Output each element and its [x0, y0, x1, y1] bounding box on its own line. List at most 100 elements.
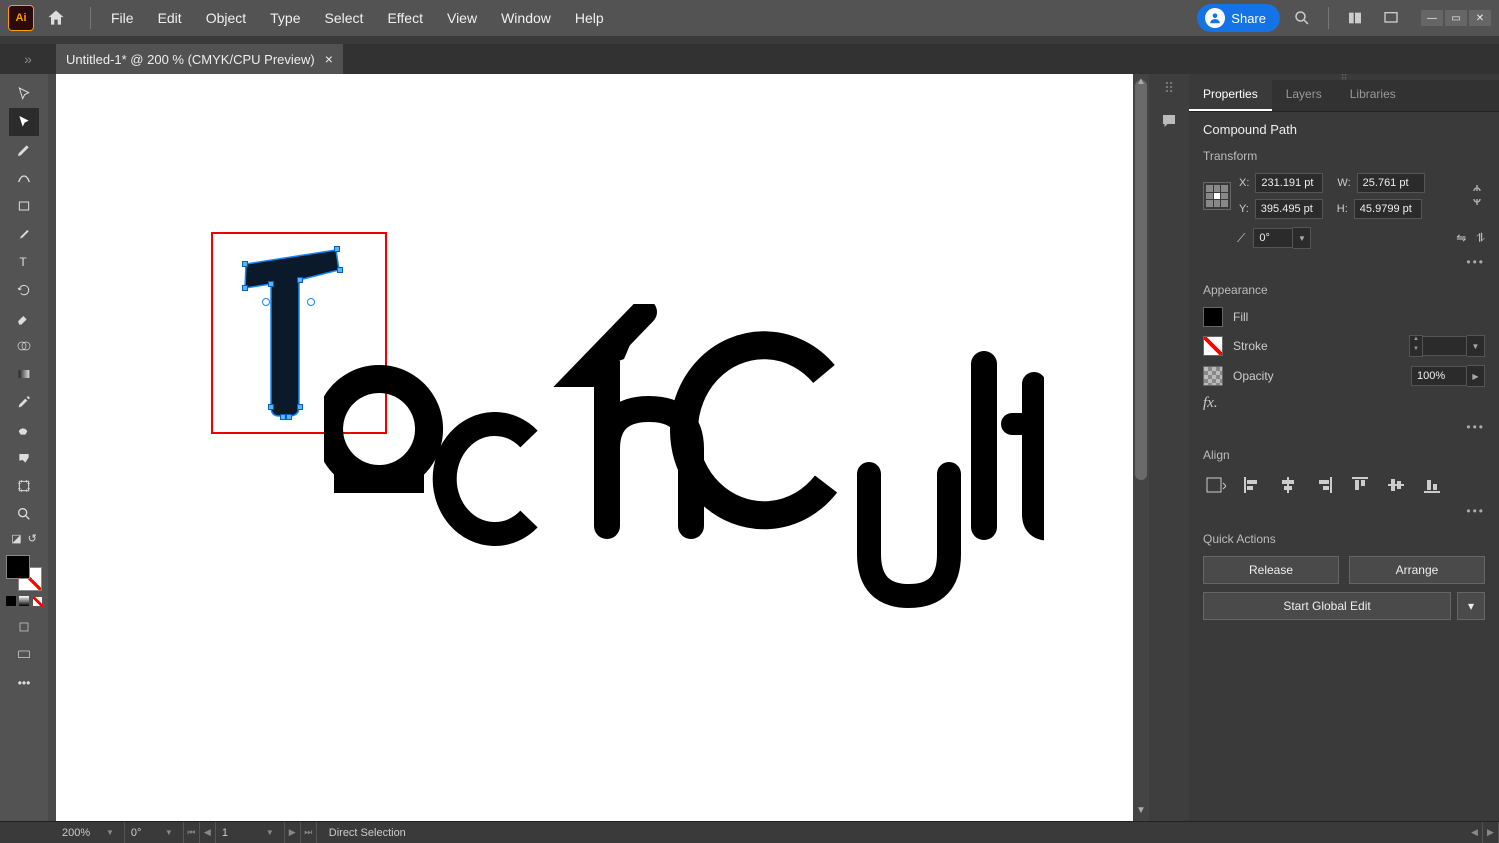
anchor-point[interactable]	[268, 281, 274, 287]
anchor-point[interactable]	[297, 277, 303, 283]
color-mode-solid[interactable]	[5, 595, 17, 607]
anchor-point[interactable]	[297, 404, 303, 410]
opacity-input[interactable]	[1411, 366, 1467, 386]
draw-mode-button[interactable]	[9, 613, 39, 641]
anchor-point[interactable]	[334, 246, 340, 252]
edit-toolbar-button[interactable]: •••	[9, 669, 39, 697]
minimize-button[interactable]: —	[1421, 10, 1443, 26]
shape-builder-tool[interactable]	[9, 332, 39, 360]
anchor-point[interactable]	[242, 285, 248, 291]
zoom-dropdown-icon[interactable]: ▼	[102, 828, 118, 837]
color-mode-gradient[interactable]	[18, 595, 30, 607]
stroke-weight-stepper[interactable]: ▲▼	[1409, 335, 1423, 357]
screen-mode-button[interactable]	[9, 641, 39, 669]
curvature-tool[interactable]	[9, 164, 39, 192]
align-top-icon[interactable]	[1347, 472, 1373, 498]
arrange-documents-button[interactable]	[1341, 4, 1369, 32]
align-bottom-icon[interactable]	[1419, 472, 1445, 498]
flip-horizontal-icon[interactable]: ⇋	[1456, 231, 1466, 246]
zoom-tool[interactable]	[9, 500, 39, 528]
menu-edit[interactable]: Edit	[146, 4, 194, 32]
artboard-input[interactable]	[222, 827, 262, 839]
hscroll-right-icon[interactable]: ▶	[1483, 822, 1499, 843]
swap-fill-stroke-icon[interactable]: ↺	[28, 532, 37, 545]
bezier-handle-icon[interactable]	[262, 298, 270, 306]
menu-object[interactable]: Object	[194, 4, 258, 32]
menu-file[interactable]: File	[99, 4, 146, 32]
scroll-down-icon[interactable]: ▼	[1134, 805, 1148, 819]
angle-dropdown[interactable]: ▼	[1293, 227, 1311, 249]
menu-window[interactable]: Window	[489, 4, 563, 32]
stroke-swatch[interactable]	[1203, 336, 1223, 356]
selection-tool[interactable]	[9, 80, 39, 108]
vertical-scrollbar[interactable]: ▲ ▼	[1133, 74, 1149, 821]
search-button[interactable]	[1288, 4, 1316, 32]
artboard-tool[interactable]	[9, 472, 39, 500]
gradient-tool[interactable]	[9, 360, 39, 388]
close-tab-icon[interactable]: ×	[325, 51, 333, 67]
toolbox-expand-icon[interactable]: »	[0, 44, 56, 74]
document-tab[interactable]: Untitled-1* @ 200 % (CMYK/CPU Preview) ×	[56, 44, 343, 74]
arrange-button[interactable]: Arrange	[1349, 556, 1485, 584]
menu-help[interactable]: Help	[563, 4, 616, 32]
align-left-icon[interactable]	[1239, 472, 1265, 498]
fill-stroke-indicator[interactable]	[6, 555, 42, 591]
fx-icon[interactable]: fx.	[1203, 395, 1218, 412]
angle-input[interactable]	[1253, 228, 1293, 248]
rotation-dropdown-icon[interactable]: ▼	[161, 828, 177, 837]
prev-artboard-icon[interactable]: ◀	[200, 822, 216, 843]
tab-libraries[interactable]: Libraries	[1336, 80, 1410, 111]
anchor-point[interactable]	[268, 404, 274, 410]
direct-selection-tool[interactable]	[9, 108, 39, 136]
align-vcenter-icon[interactable]	[1383, 472, 1409, 498]
tab-properties[interactable]: Properties	[1189, 80, 1272, 111]
w-input[interactable]	[1357, 173, 1425, 193]
scroll-up-icon[interactable]: ▲	[1134, 76, 1148, 90]
comments-panel-icon[interactable]	[1155, 107, 1183, 135]
menu-view[interactable]: View	[435, 4, 489, 32]
eyedropper-tool[interactable]	[9, 388, 39, 416]
appearance-more-options[interactable]: •••	[1203, 420, 1485, 434]
x-input[interactable]	[1255, 173, 1323, 193]
type-tool[interactable]: T	[9, 248, 39, 276]
align-to-dropdown[interactable]	[1203, 472, 1229, 498]
canvas-viewport[interactable]: ▲ ▼	[48, 74, 1149, 821]
zoom-input[interactable]	[62, 827, 102, 839]
next-artboard-icon[interactable]: ▶	[285, 822, 301, 843]
reference-point-selector[interactable]	[1203, 182, 1231, 210]
first-artboard-icon[interactable]: ⏮	[184, 822, 200, 843]
opacity-swatch[interactable]	[1203, 366, 1223, 386]
menu-type[interactable]: Type	[258, 4, 312, 32]
menu-effect[interactable]: Effect	[375, 4, 435, 32]
last-artboard-icon[interactable]: ⏭	[301, 822, 317, 843]
dock-handle-icon[interactable]: ⠿	[1164, 80, 1174, 97]
anchor-point[interactable]	[242, 261, 248, 267]
fill-color[interactable]	[6, 555, 30, 579]
home-button[interactable]	[42, 4, 70, 32]
align-more-options[interactable]: •••	[1203, 504, 1485, 518]
hscroll-left-icon[interactable]: ◀	[1467, 822, 1483, 843]
tab-layers[interactable]: Layers	[1272, 80, 1336, 111]
maximize-button[interactable]: ▭	[1445, 10, 1467, 26]
scrollbar-thumb[interactable]	[1135, 80, 1147, 480]
close-button[interactable]: ✕	[1469, 10, 1491, 26]
start-global-edit-button[interactable]: Start Global Edit	[1203, 592, 1451, 620]
symbol-sprayer-tool[interactable]	[9, 416, 39, 444]
anchor-point[interactable]	[286, 414, 292, 420]
bezier-handle-icon[interactable]	[307, 298, 315, 306]
default-fill-stroke-icon[interactable]: ◪	[11, 532, 21, 545]
anchor-point[interactable]	[337, 267, 343, 273]
stroke-weight-dropdown[interactable]: ▼	[1467, 335, 1485, 357]
align-hcenter-icon[interactable]	[1275, 472, 1301, 498]
menu-select[interactable]: Select	[313, 4, 376, 32]
stroke-weight-input[interactable]	[1423, 336, 1467, 356]
flip-vertical-icon[interactable]: ⥮	[1476, 231, 1485, 246]
rotation-input[interactable]	[131, 827, 161, 839]
live-paint-tool[interactable]	[9, 444, 39, 472]
fill-swatch[interactable]	[1203, 307, 1223, 327]
workspace-button[interactable]	[1377, 4, 1405, 32]
paintbrush-tool[interactable]	[9, 220, 39, 248]
transform-more-options[interactable]: •••	[1203, 255, 1485, 269]
artboard-dropdown-icon[interactable]: ▼	[262, 828, 278, 837]
h-input[interactable]	[1354, 199, 1422, 219]
